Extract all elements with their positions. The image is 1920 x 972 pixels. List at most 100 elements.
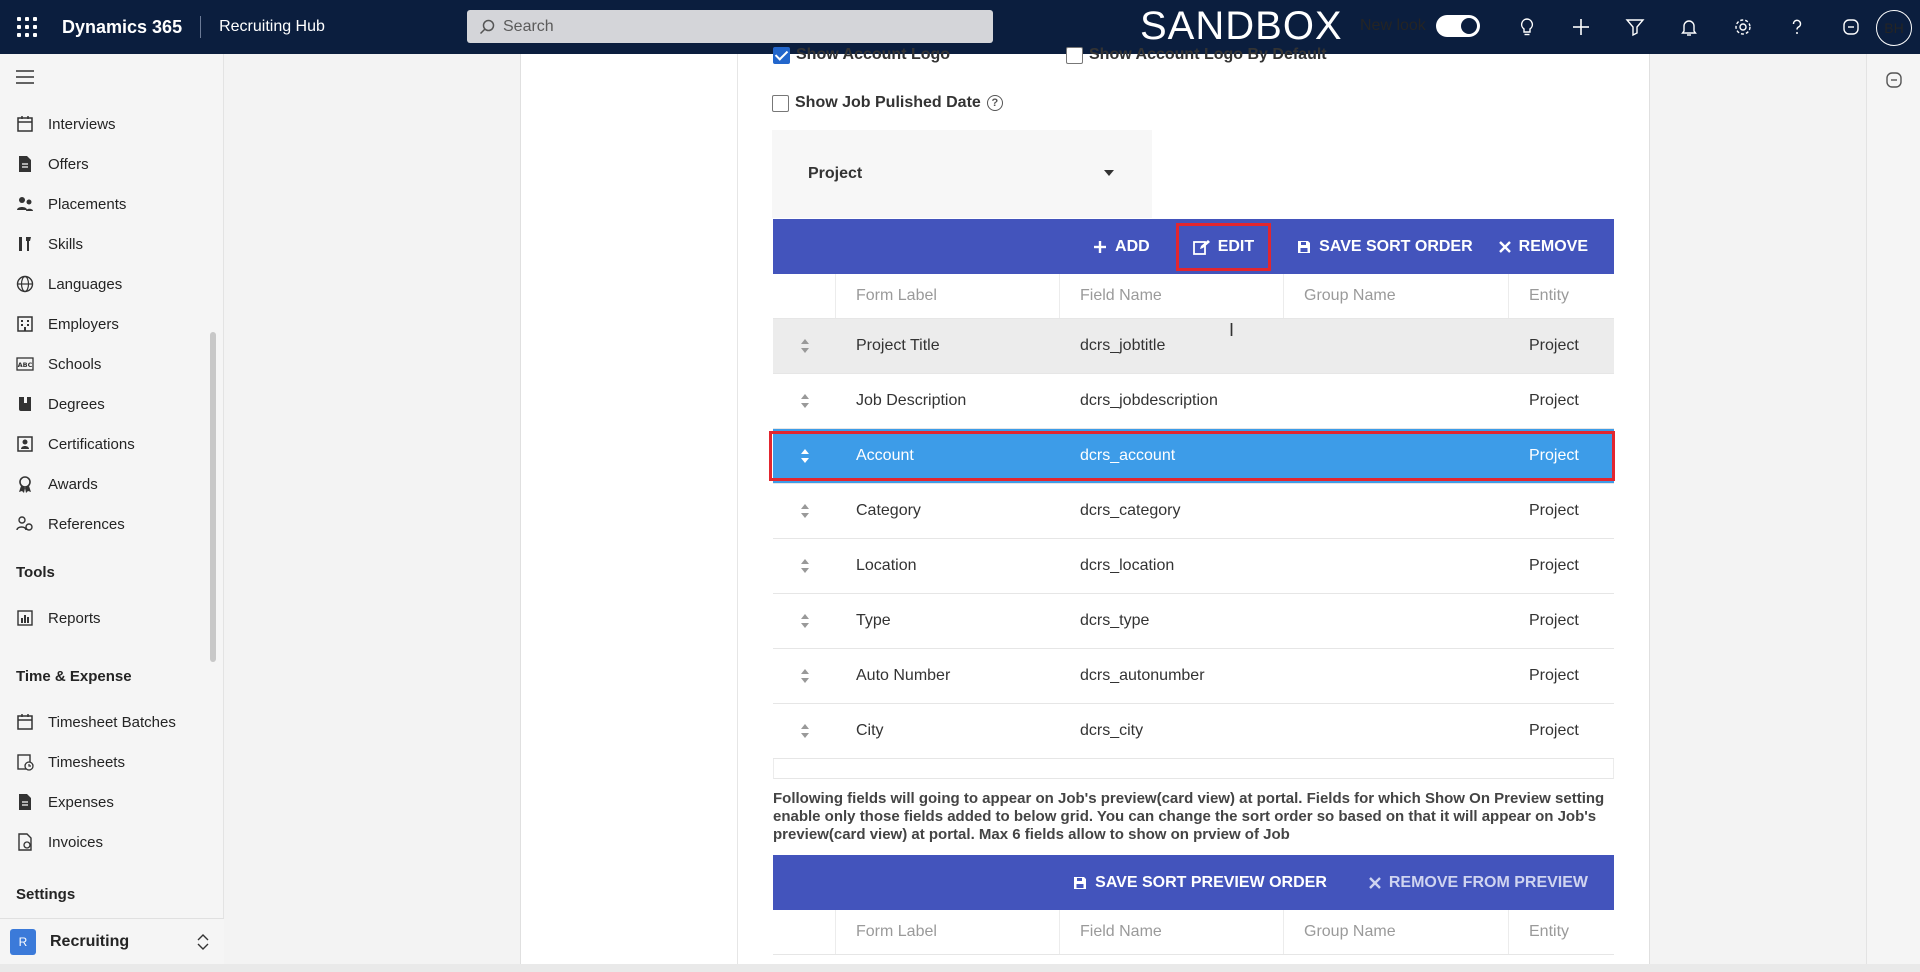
area-name[interactable]: Recruiting Hub — [219, 18, 325, 36]
cell-form-label: Category — [856, 502, 921, 519]
drag-handle-icon[interactable] — [773, 319, 836, 373]
column-header-entity[interactable]: Entity — [1509, 274, 1614, 318]
cell-form-label: Auto Number — [856, 667, 951, 684]
table-row[interactable]: Auto Number dcrs_autonumber Project — [773, 649, 1614, 704]
show-account-logo-checkbox[interactable] — [773, 46, 790, 64]
gear-icon[interactable] — [1716, 0, 1770, 54]
app-name[interactable]: Dynamics 365 — [62, 17, 182, 38]
edit-button[interactable]: EDIT — [1175, 222, 1272, 271]
sidebar-item-certifications[interactable]: Certifications — [0, 426, 210, 462]
drag-column-header — [773, 910, 836, 954]
drag-handle-icon[interactable] — [773, 429, 836, 483]
bottom-edge — [0, 964, 1920, 972]
save-sort-preview-order-label: SAVE SORT PREVIEW ORDER — [1095, 873, 1327, 891]
lightbulb-icon[interactable] — [1500, 0, 1554, 54]
sidebar-item-interviews[interactable]: Interviews — [0, 106, 210, 142]
edit-button-label: EDIT — [1217, 237, 1255, 255]
cell-group-name — [1284, 429, 1509, 483]
preview-column-header-field-name[interactable]: Field Name — [1060, 910, 1284, 954]
column-header-group-name[interactable]: Group Name — [1284, 274, 1509, 318]
fields-grid-toolbar: ADD EDIT SAVE SORT ORDER REMOVE — [773, 219, 1614, 274]
table-row[interactable]: City dcrs_city Project — [773, 704, 1614, 759]
building-icon — [16, 315, 34, 333]
remove-button[interactable]: REMOVE — [1498, 219, 1588, 274]
preview-column-header-entity[interactable]: Entity — [1509, 910, 1614, 954]
save-sort-order-button[interactable]: SAVE SORT ORDER — [1297, 219, 1473, 274]
drag-handle-icon[interactable] — [773, 704, 836, 758]
sidebar-item-label: Degrees — [48, 395, 105, 413]
divider — [200, 16, 202, 38]
sidebar-item-label: Reports — [48, 609, 101, 627]
abc-icon: ABC — [16, 355, 34, 373]
sidebar-item-reports[interactable]: Reports — [0, 600, 210, 636]
plus-icon[interactable] — [1554, 0, 1608, 54]
hamburger-icon[interactable] — [16, 70, 34, 89]
preview-column-header-form-label[interactable]: Form Label — [836, 910, 1060, 954]
column-header-form-label[interactable]: Form Label — [836, 274, 1060, 318]
drag-handle-icon[interactable] — [773, 594, 836, 648]
remove-from-preview-label: REMOVE FROM PREVIEW — [1388, 873, 1588, 891]
new-look-toggle[interactable] — [1436, 15, 1480, 37]
show-job-published-date-label: Show Job Pulished Date — [795, 94, 981, 111]
sidebar-item-expenses[interactable]: Expenses — [0, 784, 210, 820]
cell-group-name — [1284, 649, 1509, 703]
tools-icon — [16, 235, 34, 253]
column-header-field-name[interactable]: Field Name — [1060, 274, 1284, 318]
sidebar-scrollbar[interactable] — [210, 332, 216, 662]
sidebar-item-label: Awards — [48, 475, 98, 493]
show-job-published-date-row[interactable]: Show Job Pulished Date ? — [772, 94, 1003, 112]
copilot-side-icon[interactable] — [1884, 70, 1904, 95]
sidebar-item-invoices[interactable]: Invoices — [0, 824, 210, 860]
drag-handle-icon[interactable] — [773, 539, 836, 593]
sidebar-item-offers[interactable]: Offers — [0, 146, 210, 182]
search-input[interactable]: Search — [467, 10, 993, 43]
cell-field-name: dcrs_jobdescription — [1080, 392, 1218, 409]
svg-text:ABC: ABC — [18, 361, 33, 369]
app-launcher-button[interactable] — [0, 0, 54, 54]
table-row[interactable]: Account dcrs_account Project — [773, 429, 1614, 484]
show-account-logo-default-row[interactable]: Show Account Logo By Default — [1066, 46, 1327, 64]
table-row[interactable]: Type dcrs_type Project — [773, 594, 1614, 649]
sidebar-item-degrees[interactable]: Degrees — [0, 386, 210, 422]
area-switcher[interactable]: R Recruiting — [0, 918, 224, 964]
avatar[interactable]: BH — [1876, 10, 1912, 46]
sidebar-item-employers[interactable]: Employers — [0, 306, 210, 342]
sidebar-item-timesheet-batches[interactable]: Timesheet Batches — [0, 704, 210, 740]
show-account-logo-default-checkbox[interactable] — [1066, 46, 1083, 64]
filter-icon[interactable] — [1608, 0, 1662, 54]
entity-select[interactable]: Project — [772, 130, 1152, 218]
drag-handle-icon[interactable] — [773, 374, 836, 428]
nav-group-settings: Settings — [16, 886, 76, 903]
sidebar-item-languages[interactable]: Languages — [0, 266, 210, 302]
table-row[interactable]: Project Title dcrs_jobtitle Project — [773, 319, 1614, 374]
help-circle-icon[interactable]: ? — [986, 95, 1003, 111]
calendar-icon — [16, 115, 34, 133]
show-account-logo-label: Show Account Logo — [796, 46, 951, 63]
drag-handle-icon[interactable] — [773, 649, 836, 703]
cell-entity: Project — [1529, 612, 1579, 629]
remove-from-preview-button[interactable]: REMOVE FROM PREVIEW — [1369, 855, 1588, 910]
sidebar-item-placements[interactable]: Placements — [0, 186, 210, 222]
bell-icon[interactable] — [1662, 0, 1716, 54]
nav-group-tools: Tools — [16, 564, 55, 581]
table-row[interactable]: Location dcrs_location Project — [773, 539, 1614, 594]
drag-handle-icon[interactable] — [773, 484, 836, 538]
table-row[interactable]: Job Description dcrs_jobdescription Projec… — [773, 374, 1614, 429]
sidebar-item-schools[interactable]: ABC Schools — [0, 346, 210, 382]
show-job-published-date-checkbox[interactable] — [772, 94, 789, 112]
report-icon — [16, 609, 34, 627]
show-account-logo-row[interactable]: Show Account Logo — [773, 46, 950, 64]
save-sort-preview-order-button[interactable]: SAVE SORT PREVIEW ORDER — [1073, 855, 1327, 910]
preview-column-header-group-name[interactable]: Group Name — [1284, 910, 1509, 954]
sidebar-item-skills[interactable]: Skills — [0, 226, 210, 262]
remove-button-label: REMOVE — [1518, 237, 1588, 255]
sidebar-item-awards[interactable]: Awards — [0, 466, 210, 502]
add-button[interactable]: ADD — [1093, 219, 1150, 274]
copilot-icon[interactable] — [1824, 0, 1878, 54]
cell-entity: Project — [1529, 337, 1579, 354]
sidebar-item-timesheets[interactable]: Timesheets — [0, 744, 210, 780]
help-icon[interactable] — [1770, 0, 1824, 54]
table-row[interactable]: Category dcrs_category Project — [773, 484, 1614, 539]
sidebar-item-references[interactable]: References — [0, 506, 210, 542]
sidebar-item-label: Timesheet Batches — [48, 713, 176, 731]
